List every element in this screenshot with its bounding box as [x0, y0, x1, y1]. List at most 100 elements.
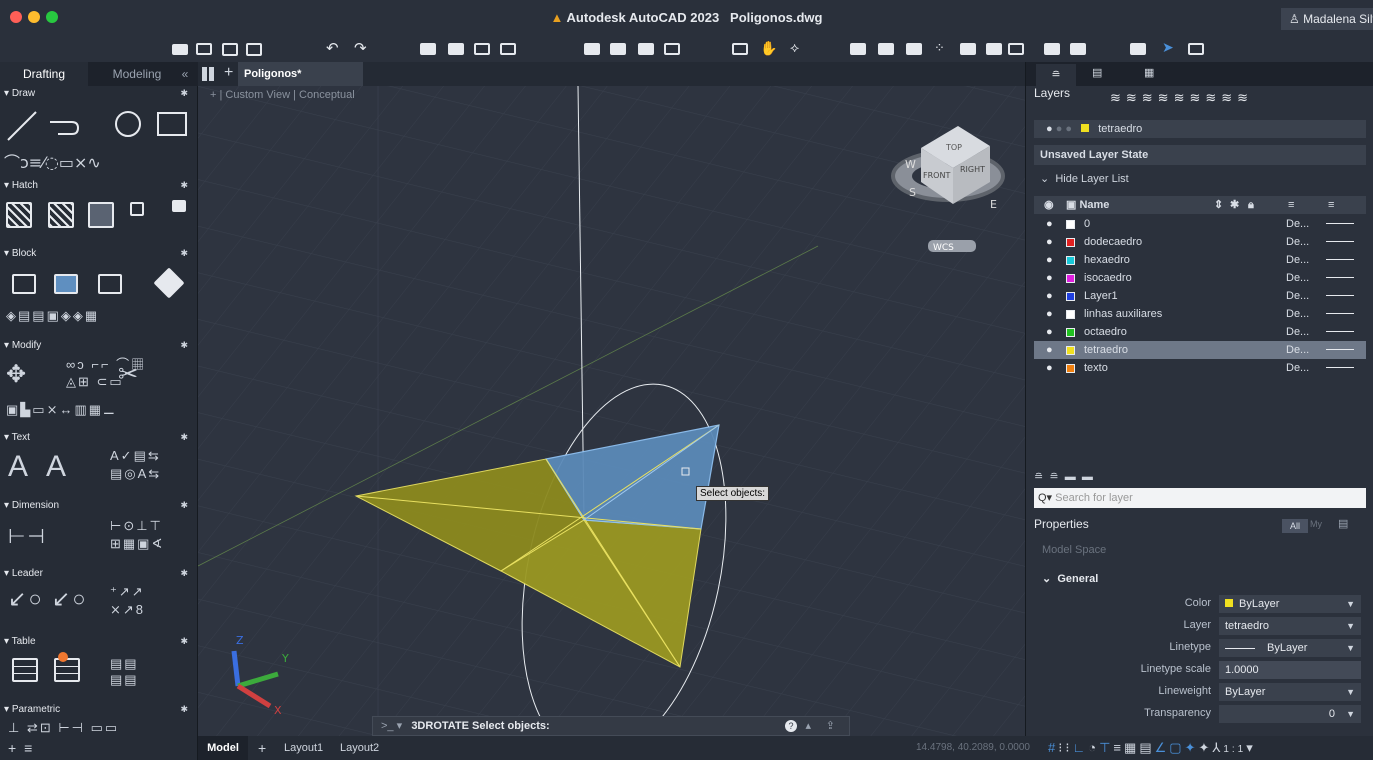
tab-modeling[interactable]: Modeling [98, 62, 176, 86]
isodraft-icon[interactable]: ⊤ [1099, 740, 1113, 755]
gear-icon[interactable]: ✱ [180, 340, 188, 351]
property-value[interactable]: tetraedro ▼ [1219, 617, 1361, 635]
add-layout-icon[interactable]: + [258, 740, 266, 756]
help-icon[interactable]: ? [785, 720, 797, 732]
filter-icon[interactable]: ▬ [1082, 471, 1093, 483]
layer-linetype[interactable]: De... [1286, 305, 1309, 323]
pan-hand-icon[interactable]: ✋ [760, 40, 777, 56]
quick-properties-icon[interactable]: ▤ [1338, 517, 1348, 530]
view-label[interactable]: Custom View [225, 89, 290, 101]
visibility-icon[interactable]: ● [1046, 323, 1053, 341]
tab-layout1[interactable]: Layout1 [284, 742, 323, 754]
gradient-icon[interactable] [48, 202, 74, 228]
model-space-canvas[interactable]: Z Y X TOP FRONT RIGHT W S E WCS [198, 86, 1025, 736]
auto-scale-icon[interactable]: ✦ [1198, 740, 1212, 755]
export-icon[interactable] [610, 43, 626, 55]
visibility-icon[interactable]: ● [1046, 251, 1053, 269]
section-table[interactable]: ▾ Table ✱ [0, 636, 198, 650]
visibility-icon[interactable]: ● [1046, 215, 1053, 233]
modify-tools-row3[interactable]: ▣▙▭⨯↔▥▦⚊ [6, 402, 117, 417]
ortho-icon[interactable]: ∟ [1073, 740, 1089, 755]
snap-icon[interactable]: ⁝⁝ [1058, 740, 1072, 755]
open-file-icon[interactable] [196, 43, 212, 55]
layer-linetype[interactable]: De... [1286, 233, 1309, 251]
purge-icon[interactable] [1044, 43, 1060, 55]
grid-icon[interactable]: # [1048, 740, 1058, 755]
plot-icon[interactable] [420, 43, 436, 55]
parametric-tools[interactable]: ⊥ ⇄⊡ ⊢⊣ ▭▭ [8, 720, 119, 735]
layer-linetype[interactable]: De... [1286, 251, 1309, 269]
layer-row[interactable]: ● dodecaedro De... [1034, 233, 1366, 251]
layer-lineweight[interactable] [1326, 223, 1354, 224]
xref-icon[interactable] [960, 43, 976, 55]
annotation-icon[interactable]: ▢ [1169, 740, 1184, 755]
collapse-icon[interactable]: « [178, 62, 192, 86]
sheet-set-icon[interactable] [1130, 43, 1146, 55]
layer-lineweight[interactable] [1326, 259, 1354, 260]
batch-plot-icon[interactable] [448, 43, 464, 55]
add-palette-icon[interactable]: + ≡ [8, 740, 34, 756]
table-tools[interactable]: ▤▤ [110, 656, 139, 671]
quick-select-icon[interactable] [906, 43, 922, 55]
general-group[interactable]: ⌄ General [1042, 572, 1098, 585]
new-layer-icon[interactable]: ≘ [1034, 471, 1043, 483]
calculator-icon[interactable] [664, 43, 680, 55]
image-icon[interactable] [1008, 43, 1024, 55]
dropdown-arrow-icon[interactable]: ▼ [1346, 595, 1355, 613]
block-attribute-icon[interactable] [153, 267, 185, 299]
match-properties-icon[interactable] [850, 43, 866, 55]
share-command-icon[interactable]: ⇪ [826, 717, 835, 735]
property-value[interactable]: 0 ▼ [1219, 705, 1361, 723]
dropdown-arrow-icon[interactable]: ▼ [1346, 683, 1355, 701]
visibility-icon[interactable]: ● [1046, 269, 1053, 287]
transparency-icon[interactable]: ▦ [1124, 740, 1139, 755]
gear-icon[interactable]: ✱ [180, 248, 188, 259]
section-block[interactable]: ▾ Block ✱ [0, 248, 198, 262]
leader-tools-row2[interactable]: ⨯↗8 [110, 602, 145, 617]
layer-row[interactable]: ● linhas auxiliares De... [1034, 305, 1366, 323]
layer-color-swatch[interactable] [1066, 364, 1075, 373]
table-icon[interactable] [12, 658, 38, 682]
block-editor-icon[interactable] [986, 43, 1002, 55]
section-leader[interactable]: ▾ Leader ✱ [0, 568, 198, 582]
section-text[interactable]: ▾ Text ✱ [0, 432, 198, 446]
status-toggles[interactable]: #⁝⁝∟◔⊤≡▦▤∠▢✦✦⅄1:1▾ [1048, 740, 1256, 756]
group-icon[interactable]: ⁘ [934, 40, 950, 56]
tab-layers-icon[interactable]: ≘ [1036, 64, 1076, 86]
gear-icon[interactable]: ✱ [180, 636, 188, 647]
column-name[interactable]: ▣ Name [1066, 196, 1109, 214]
current-layer-bar[interactable]: ● ● ● tetraedro [1034, 120, 1366, 138]
start-tab-icon[interactable] [202, 67, 216, 81]
new-tab-icon[interactable]: + [224, 64, 233, 82]
layer-linetype[interactable]: De... [1286, 359, 1309, 377]
property-value[interactable]: ByLayer ▼ [1219, 683, 1361, 701]
gear-icon[interactable]: ✱ [180, 88, 188, 99]
layer-color-swatch[interactable] [1066, 346, 1075, 355]
visibility-icon[interactable]: ● [1046, 359, 1053, 377]
visual-style-label[interactable]: Conceptual [299, 89, 355, 101]
annotation-visibility-icon[interactable]: ✦ [1185, 740, 1199, 755]
layer-color-swatch[interactable] [1066, 292, 1075, 301]
layer-lineweight[interactable] [1326, 295, 1354, 296]
layer-tool-icons[interactable]: ≋≋≋≋≋≋≋≋≋ [1110, 90, 1253, 106]
dropdown-arrow-icon[interactable]: ▼ [1346, 705, 1355, 723]
new-file-icon[interactable] [172, 44, 188, 55]
layer-row[interactable]: ● octaedro De... [1034, 323, 1366, 341]
linear-dimension-icon[interactable]: ⊢⊣ [8, 524, 47, 548]
text-tools[interactable]: A✓▤⇆ [110, 448, 161, 463]
dimension-tools[interactable]: ⊢⊙⊥⊤ [110, 518, 163, 533]
command-dropdown-icon[interactable]: ▾ [397, 720, 403, 732]
property-value[interactable]: ByLayer ▼ [1219, 595, 1361, 613]
viewport-menu[interactable]: + [210, 89, 216, 101]
layer-color-swatch[interactable] [1066, 220, 1075, 229]
layer-color-swatch[interactable] [1066, 238, 1075, 247]
visibility-icon[interactable]: ● [1046, 341, 1053, 359]
layer-color-swatch[interactable] [1066, 328, 1075, 337]
single-line-text-icon[interactable]: A [46, 450, 66, 483]
block-small-tools[interactable]: ◈▤▤▣◈◈▦ [6, 308, 99, 323]
dropdown-arrow-icon[interactable]: ▼ [1346, 639, 1355, 657]
layer-state-bar[interactable]: Unsaved Layer State [1034, 145, 1366, 165]
layer-lineweight[interactable] [1326, 313, 1354, 314]
sort-icon[interactable]: ⇕ [1214, 196, 1223, 214]
share-icon[interactable] [500, 43, 516, 55]
